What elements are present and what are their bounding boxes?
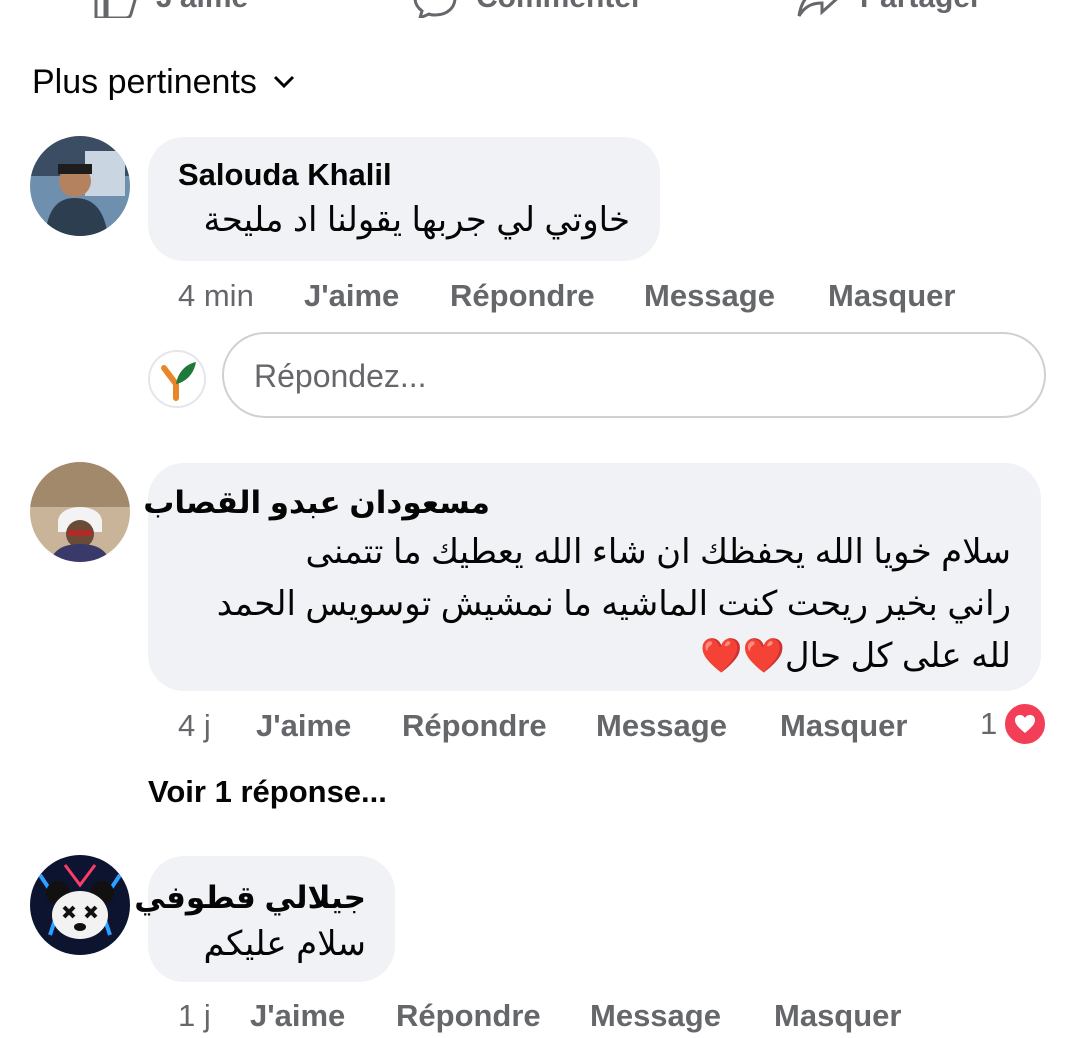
- avatar[interactable]: [30, 855, 130, 955]
- comment-author[interactable]: جيلالي قطوفي: [134, 873, 366, 923]
- comment-actions: 4 j J'aime Répondre Message Masquer: [178, 708, 958, 748]
- user-photo-icon: [30, 462, 130, 562]
- comment-time: 4 j: [178, 708, 211, 743]
- user-photo-icon: [30, 136, 130, 236]
- comment-author[interactable]: Salouda Khalil: [178, 157, 392, 193]
- comment-actions: 1 j J'aime Répondre Message Masquer: [178, 998, 938, 1038]
- comment-author[interactable]: مسعودان عبدو القصاب: [143, 478, 490, 528]
- leaf-logo-icon: [161, 362, 196, 401]
- like-link[interactable]: J'aime: [250, 998, 345, 1034]
- reply-input[interactable]: [252, 334, 1016, 418]
- comment-actions: 4 min J'aime Répondre Message Masquer: [178, 278, 978, 318]
- comment-text-line: سلام خويا الله يحفظك ان شاء الله يعطيك م…: [305, 533, 1011, 571]
- comment-text-line: لله على كل حال❤️❤️: [700, 637, 1011, 675]
- panda-avatar-icon: [30, 855, 130, 955]
- comment-time: 4 min: [178, 278, 254, 313]
- see-replies-link[interactable]: Voir 1 réponse...: [148, 774, 387, 810]
- current-user-avatar: [148, 350, 206, 408]
- comment-action-button[interactable]: Commenter: [412, 0, 643, 18]
- sort-selector[interactable]: Plus pertinents: [32, 58, 297, 106]
- comment-text-line: راني بخير ريحت كنت الماشيه ما نمشيش توسو…: [216, 585, 1011, 623]
- reply-link[interactable]: Répondre: [396, 998, 541, 1034]
- message-link[interactable]: Message: [590, 998, 721, 1034]
- reply-input-box[interactable]: [222, 332, 1046, 418]
- like-link[interactable]: J'aime: [256, 708, 351, 744]
- share-action-button[interactable]: Partager: [796, 0, 982, 18]
- thumbs-up-icon: [94, 0, 137, 18]
- avatar[interactable]: [30, 462, 130, 562]
- reply-link[interactable]: Répondre: [450, 278, 595, 314]
- message-link[interactable]: Message: [596, 708, 727, 744]
- hide-link[interactable]: Masquer: [828, 278, 955, 314]
- like-action-label: J'aime: [156, 0, 248, 15]
- comment-time: 1 j: [178, 998, 211, 1033]
- like-link[interactable]: J'aime: [304, 278, 399, 314]
- sort-label: Plus pertinents: [32, 62, 257, 101]
- like-action-button[interactable]: J'aime: [92, 0, 248, 18]
- hide-link[interactable]: Masquer: [774, 998, 901, 1034]
- message-link[interactable]: Message: [644, 278, 775, 314]
- comment-text: سلام عليكم: [203, 925, 366, 963]
- share-icon: [797, 0, 838, 17]
- hide-link[interactable]: Masquer: [780, 708, 907, 744]
- chevron-down-icon: [273, 75, 294, 89]
- avatar[interactable]: [30, 136, 130, 236]
- reaction-count: 1: [980, 706, 998, 741]
- comment-icon: [413, 0, 457, 18]
- comment-action-label: Commenter: [476, 0, 643, 15]
- comment-text: خاوتي لي جربها يقولنا اد مليحة: [203, 201, 631, 239]
- heart-icon: [1003, 702, 1048, 746]
- reaction-summary[interactable]: 1: [980, 702, 1048, 746]
- share-action-label: Partager: [860, 0, 982, 15]
- reply-link[interactable]: Répondre: [402, 708, 547, 744]
